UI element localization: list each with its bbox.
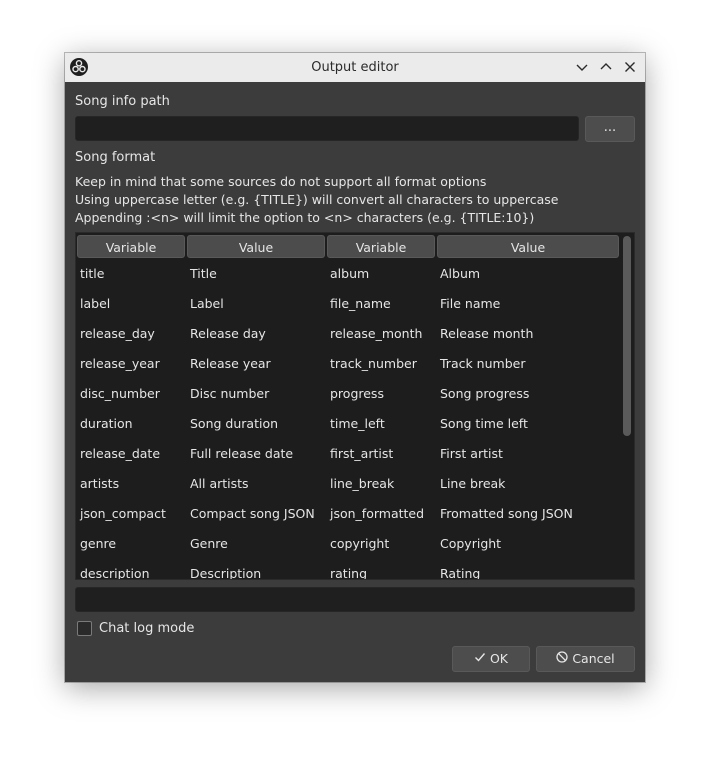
variable-cell[interactable]: progress — [330, 379, 384, 409]
chat-log-mode-checkbox[interactable] — [77, 621, 92, 636]
minimize-button[interactable] — [574, 59, 590, 75]
value-cell[interactable]: All artists — [190, 469, 249, 499]
close-button[interactable] — [622, 59, 638, 75]
value-cell[interactable]: Copyright — [440, 529, 501, 559]
table-row[interactable]: description Description rating Rating — [76, 559, 620, 579]
variable-cell[interactable]: artists — [80, 469, 119, 499]
value-cell[interactable]: Title — [190, 259, 217, 289]
value-cell[interactable]: Full release date — [190, 439, 293, 469]
variable-cell[interactable]: release_date — [80, 439, 160, 469]
value-cell[interactable]: Song time left — [440, 409, 528, 439]
table-row[interactable]: disc_number Disc number progress Song progr… — [76, 379, 620, 409]
variable-cell[interactable]: time_left — [330, 409, 385, 439]
info-line: Keep in mind that some sources do not su… — [75, 174, 487, 189]
variable-cell[interactable]: title — [80, 259, 104, 289]
variable-cell[interactable]: track_number — [330, 349, 417, 379]
chat-log-mode-label[interactable]: Chat log mode — [99, 621, 194, 636]
variable-cell[interactable]: label — [80, 289, 110, 319]
table-row[interactable]: json_compact Compact song JSON json_format… — [76, 499, 620, 529]
maximize-button[interactable] — [598, 59, 614, 75]
value-cell[interactable]: Track number — [440, 349, 525, 379]
output-editor-window: Output editor Song info path ... Song fo… — [65, 53, 645, 682]
format-variables-table[interactable]: Variable Value Variable Value title Title… — [75, 232, 635, 580]
value-cell[interactable]: Disc number — [190, 379, 269, 409]
ok-button-label: OK — [489, 651, 509, 666]
variable-cell[interactable]: release_month — [330, 319, 422, 349]
cancel-button-label: Cancel — [572, 651, 615, 666]
cancel-button[interactable]: Cancel — [536, 646, 635, 672]
title-bar[interactable]: Output editor — [65, 53, 645, 82]
song-info-path-input[interactable] — [75, 116, 579, 141]
ok-button[interactable]: OK — [452, 646, 530, 672]
table-scrollbar[interactable] — [620, 233, 634, 579]
value-cell[interactable]: Song progress — [440, 379, 529, 409]
column-header-value[interactable]: Value — [187, 235, 325, 258]
value-cell[interactable]: Release year — [190, 349, 271, 379]
value-cell[interactable]: Song duration — [190, 409, 278, 439]
value-cell[interactable]: Line break — [440, 469, 505, 499]
format-preview-input[interactable] — [75, 587, 635, 612]
variable-cell[interactable]: album — [330, 259, 369, 289]
variable-cell[interactable]: release_day — [80, 319, 155, 349]
window-title: Output editor — [311, 60, 399, 75]
table-row[interactable]: release_date Full release date first_artis… — [76, 439, 620, 469]
value-cell[interactable]: Label — [190, 289, 224, 319]
table-row[interactable]: title Title album Album — [76, 259, 620, 289]
check-icon — [474, 647, 486, 671]
value-cell[interactable]: Genre — [190, 529, 228, 559]
info-line: Using uppercase letter (e.g. {TITLE}) wi… — [75, 192, 559, 207]
table-row[interactable]: label Label file_name File name — [76, 289, 620, 319]
variable-cell[interactable]: json_formatted — [330, 499, 424, 529]
variable-cell[interactable]: first_artist — [330, 439, 393, 469]
value-cell[interactable]: Album — [440, 259, 480, 289]
column-header-variable[interactable]: Variable — [327, 235, 435, 258]
cancel-circle-icon — [556, 647, 568, 671]
chevron-up-icon — [600, 63, 612, 70]
column-header-variable[interactable]: Variable — [77, 235, 185, 258]
value-cell[interactable]: Rating — [440, 559, 480, 579]
value-cell[interactable]: First artist — [440, 439, 503, 469]
value-cell[interactable]: File name — [440, 289, 500, 319]
value-cell[interactable]: Description — [190, 559, 261, 579]
chevron-down-icon — [576, 64, 588, 71]
table-row[interactable]: duration Song duration time_left Song time … — [76, 409, 620, 439]
variable-cell[interactable]: rating — [330, 559, 367, 579]
table-row[interactable]: artists All artists line_break Line break — [76, 469, 620, 499]
variable-cell[interactable]: genre — [80, 529, 116, 559]
song-info-path-label: Song info path — [75, 94, 170, 109]
value-cell[interactable]: Fromatted song JSON — [440, 499, 573, 529]
variable-cell[interactable]: file_name — [330, 289, 391, 319]
variable-cell[interactable]: description — [80, 559, 150, 579]
table-row[interactable]: release_day Release day release_month Relea… — [76, 319, 620, 349]
browse-button[interactable]: ... — [585, 116, 635, 142]
variable-cell[interactable]: disc_number — [80, 379, 160, 409]
table-row[interactable]: release_year Release year track_number Trac… — [76, 349, 620, 379]
close-icon — [625, 62, 635, 72]
column-header-value[interactable]: Value — [437, 235, 619, 258]
variable-cell[interactable]: duration — [80, 409, 133, 439]
variable-cell[interactable]: copyright — [330, 529, 389, 559]
scrollbar-thumb[interactable] — [623, 236, 631, 436]
song-format-label: Song format — [75, 150, 156, 165]
value-cell[interactable]: Compact song JSON — [190, 499, 315, 529]
value-cell[interactable]: Release day — [190, 319, 266, 349]
value-cell[interactable]: Release month — [440, 319, 533, 349]
variable-cell[interactable]: release_year — [80, 349, 160, 379]
table-row[interactable]: genre Genre copyright Copyright — [76, 529, 620, 559]
variable-cell[interactable]: line_break — [330, 469, 394, 499]
variable-cell[interactable]: json_compact — [80, 499, 166, 529]
info-line: Appending :<n> will limit the option to … — [75, 210, 535, 225]
